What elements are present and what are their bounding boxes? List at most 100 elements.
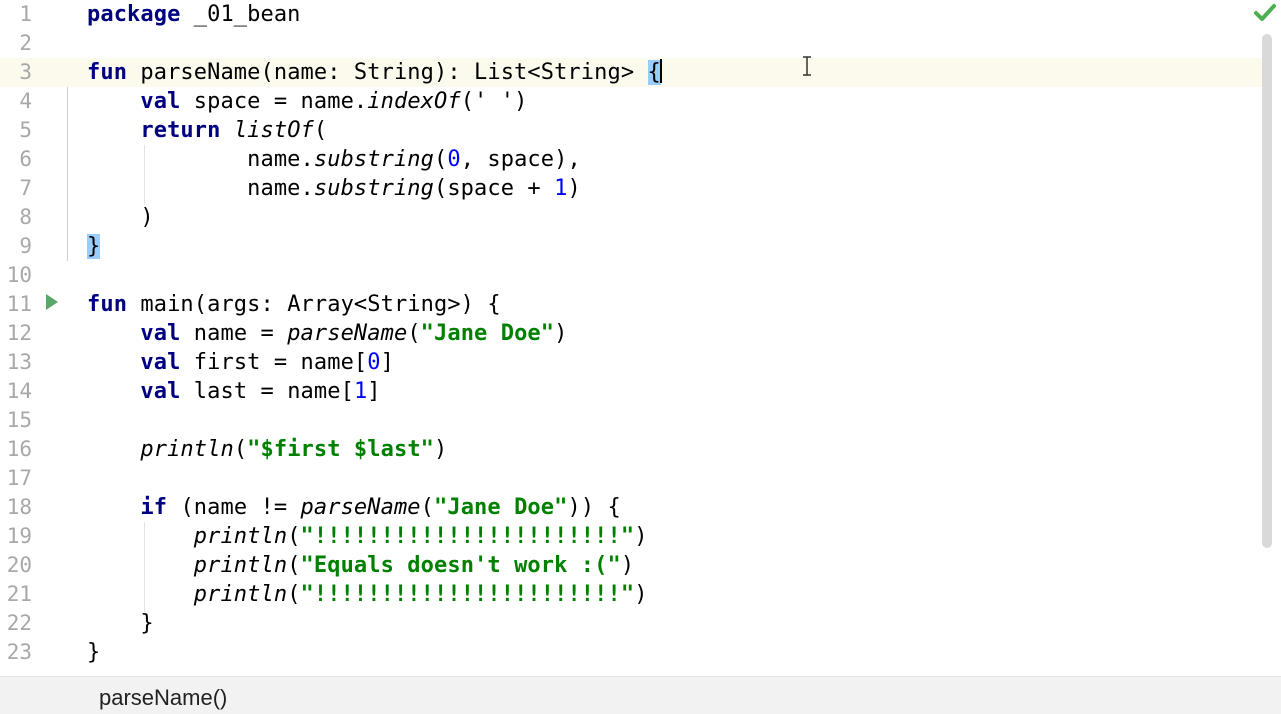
code-token: fun <box>87 292 128 317</box>
code-text: println("Equals doesn't work :(") <box>87 551 634 580</box>
code-token: ( <box>420 495 435 520</box>
vertical-scrollbar[interactable] <box>1262 34 1272 548</box>
code-token: (' ') <box>460 89 528 114</box>
code-line[interactable]: 15 <box>0 406 1262 435</box>
code-token: name. <box>87 176 314 201</box>
code-token: first = name[ <box>180 350 368 375</box>
code-line[interactable]: 11 fun main(args: Array<String>) { <box>0 290 1262 319</box>
code-token: fun <box>87 60 128 85</box>
code-token: last = name[ <box>180 379 354 404</box>
code-token: ) <box>554 321 568 346</box>
code-token: "Equals doesn't work :(" <box>300 553 621 578</box>
code-token: listOf <box>233 118 314 143</box>
code-line[interactable]: 4 val space = name.indexOf(' ') <box>0 87 1262 116</box>
code-line[interactable]: 10 <box>0 261 1262 290</box>
code-line[interactable]: 7 name.substring(space + 1) <box>0 174 1262 203</box>
breadcrumb: parseName() <box>0 676 1281 714</box>
code-token: 1 <box>353 379 368 404</box>
line-number: 12 <box>6 321 32 345</box>
code-text: } <box>87 232 101 261</box>
code-token: ] <box>380 350 394 375</box>
code-token: substring <box>313 147 434 172</box>
code-token: )) { <box>567 495 621 520</box>
code-line[interactable]: 23} <box>0 638 1262 667</box>
code-token: return <box>140 118 221 143</box>
code-token: val <box>140 321 181 346</box>
line-number: 8 <box>19 205 32 229</box>
code-line[interactable]: 20 println("Equals doesn't work :(") <box>0 551 1262 580</box>
code-line[interactable]: 6 name.substring(0, space), <box>0 145 1262 174</box>
code-token: 1 <box>554 176 568 201</box>
code-token: ] <box>367 379 381 404</box>
code-line[interactable]: 19 println("!!!!!!!!!!!!!!!!!!!!!!!") <box>0 522 1262 551</box>
code-editor[interactable]: 1 package _01_bean 2 3 fun parseName(name: S… <box>0 0 1281 676</box>
code-token: ) <box>87 205 154 230</box>
code-token: 0 <box>367 350 381 375</box>
code-line[interactable]: 3 fun parseName(name: String): List<Strin… <box>0 58 1262 87</box>
code-token: 0 <box>447 147 461 172</box>
line-number: 3 <box>19 60 32 84</box>
code-token: println <box>193 582 288 607</box>
line-number: 10 <box>6 263 32 287</box>
code-line[interactable]: 9} <box>0 232 1262 261</box>
code-token: ( <box>407 321 421 346</box>
line-number: 21 <box>6 582 32 606</box>
line-number: 6 <box>19 147 32 171</box>
code-line[interactable]: 12 val name = parseName("Jane Doe") <box>0 319 1262 348</box>
code-token: println <box>193 553 288 578</box>
code-text: val space = name.indexOf(' ') <box>87 87 527 116</box>
code-token: "$first $last" <box>247 437 435 462</box>
line-number: 5 <box>19 118 32 142</box>
code-token: ) <box>634 524 648 549</box>
code-token: ) <box>620 553 635 578</box>
code-line[interactable]: 1 package _01_bean <box>0 0 1262 29</box>
code-text: println("$first $last") <box>87 435 447 464</box>
line-number: 15 <box>6 408 32 432</box>
code-token: ( <box>287 524 301 549</box>
code-line[interactable]: 21 println("!!!!!!!!!!!!!!!!!!!!!!!") <box>0 580 1262 609</box>
code-line[interactable]: 14 val last = name[1] <box>0 377 1262 406</box>
code-token: println <box>140 437 234 462</box>
code-text: ) <box>87 203 154 232</box>
code-text: fun main(args: Array<String>) { <box>87 290 501 319</box>
text-caret <box>659 59 662 83</box>
code-line[interactable]: 8 ) <box>0 203 1262 232</box>
line-number: 22 <box>6 611 32 635</box>
code-line[interactable]: 18 if (name != parseName("Jane Doe")) { <box>0 493 1262 522</box>
code-text: } <box>87 638 100 667</box>
code-text: return listOf( <box>87 116 327 145</box>
run-gutter-icon[interactable] <box>46 294 58 310</box>
code-token: val <box>140 89 181 114</box>
code-line[interactable]: 2 <box>0 29 1262 58</box>
code-token: indexOf <box>367 89 461 114</box>
code-line[interactable]: 17 <box>0 464 1262 493</box>
code-token: (name != <box>167 495 301 520</box>
line-number: 16 <box>6 437 32 461</box>
code-line[interactable]: 22 } <box>0 609 1262 638</box>
code-line[interactable]: 13 val first = name[0] <box>0 348 1262 377</box>
code-token: ( <box>287 553 301 578</box>
code-token: main(args: Array<String>) { <box>127 292 501 317</box>
code-token: } <box>87 640 101 665</box>
line-number: 13 <box>6 350 32 374</box>
check-icon[interactable] <box>1253 2 1277 24</box>
code-text: println("!!!!!!!!!!!!!!!!!!!!!!!") <box>87 522 648 551</box>
code-token: space = name. <box>180 89 368 114</box>
code-line[interactable]: 16 println("$first $last") <box>0 435 1262 464</box>
breadcrumb-item[interactable]: parseName() <box>99 685 227 711</box>
code-text: if (name != parseName("Jane Doe")) { <box>87 493 621 522</box>
code-text: val first = name[0] <box>87 348 394 377</box>
code-line[interactable]: 5 return listOf( <box>0 116 1262 145</box>
code-token: , space), <box>460 147 581 172</box>
code-token: "!!!!!!!!!!!!!!!!!!!!!!!" <box>300 524 635 549</box>
code-token: ( <box>433 147 448 172</box>
code-text: fun parseName(name: String): List<String… <box>87 58 662 87</box>
